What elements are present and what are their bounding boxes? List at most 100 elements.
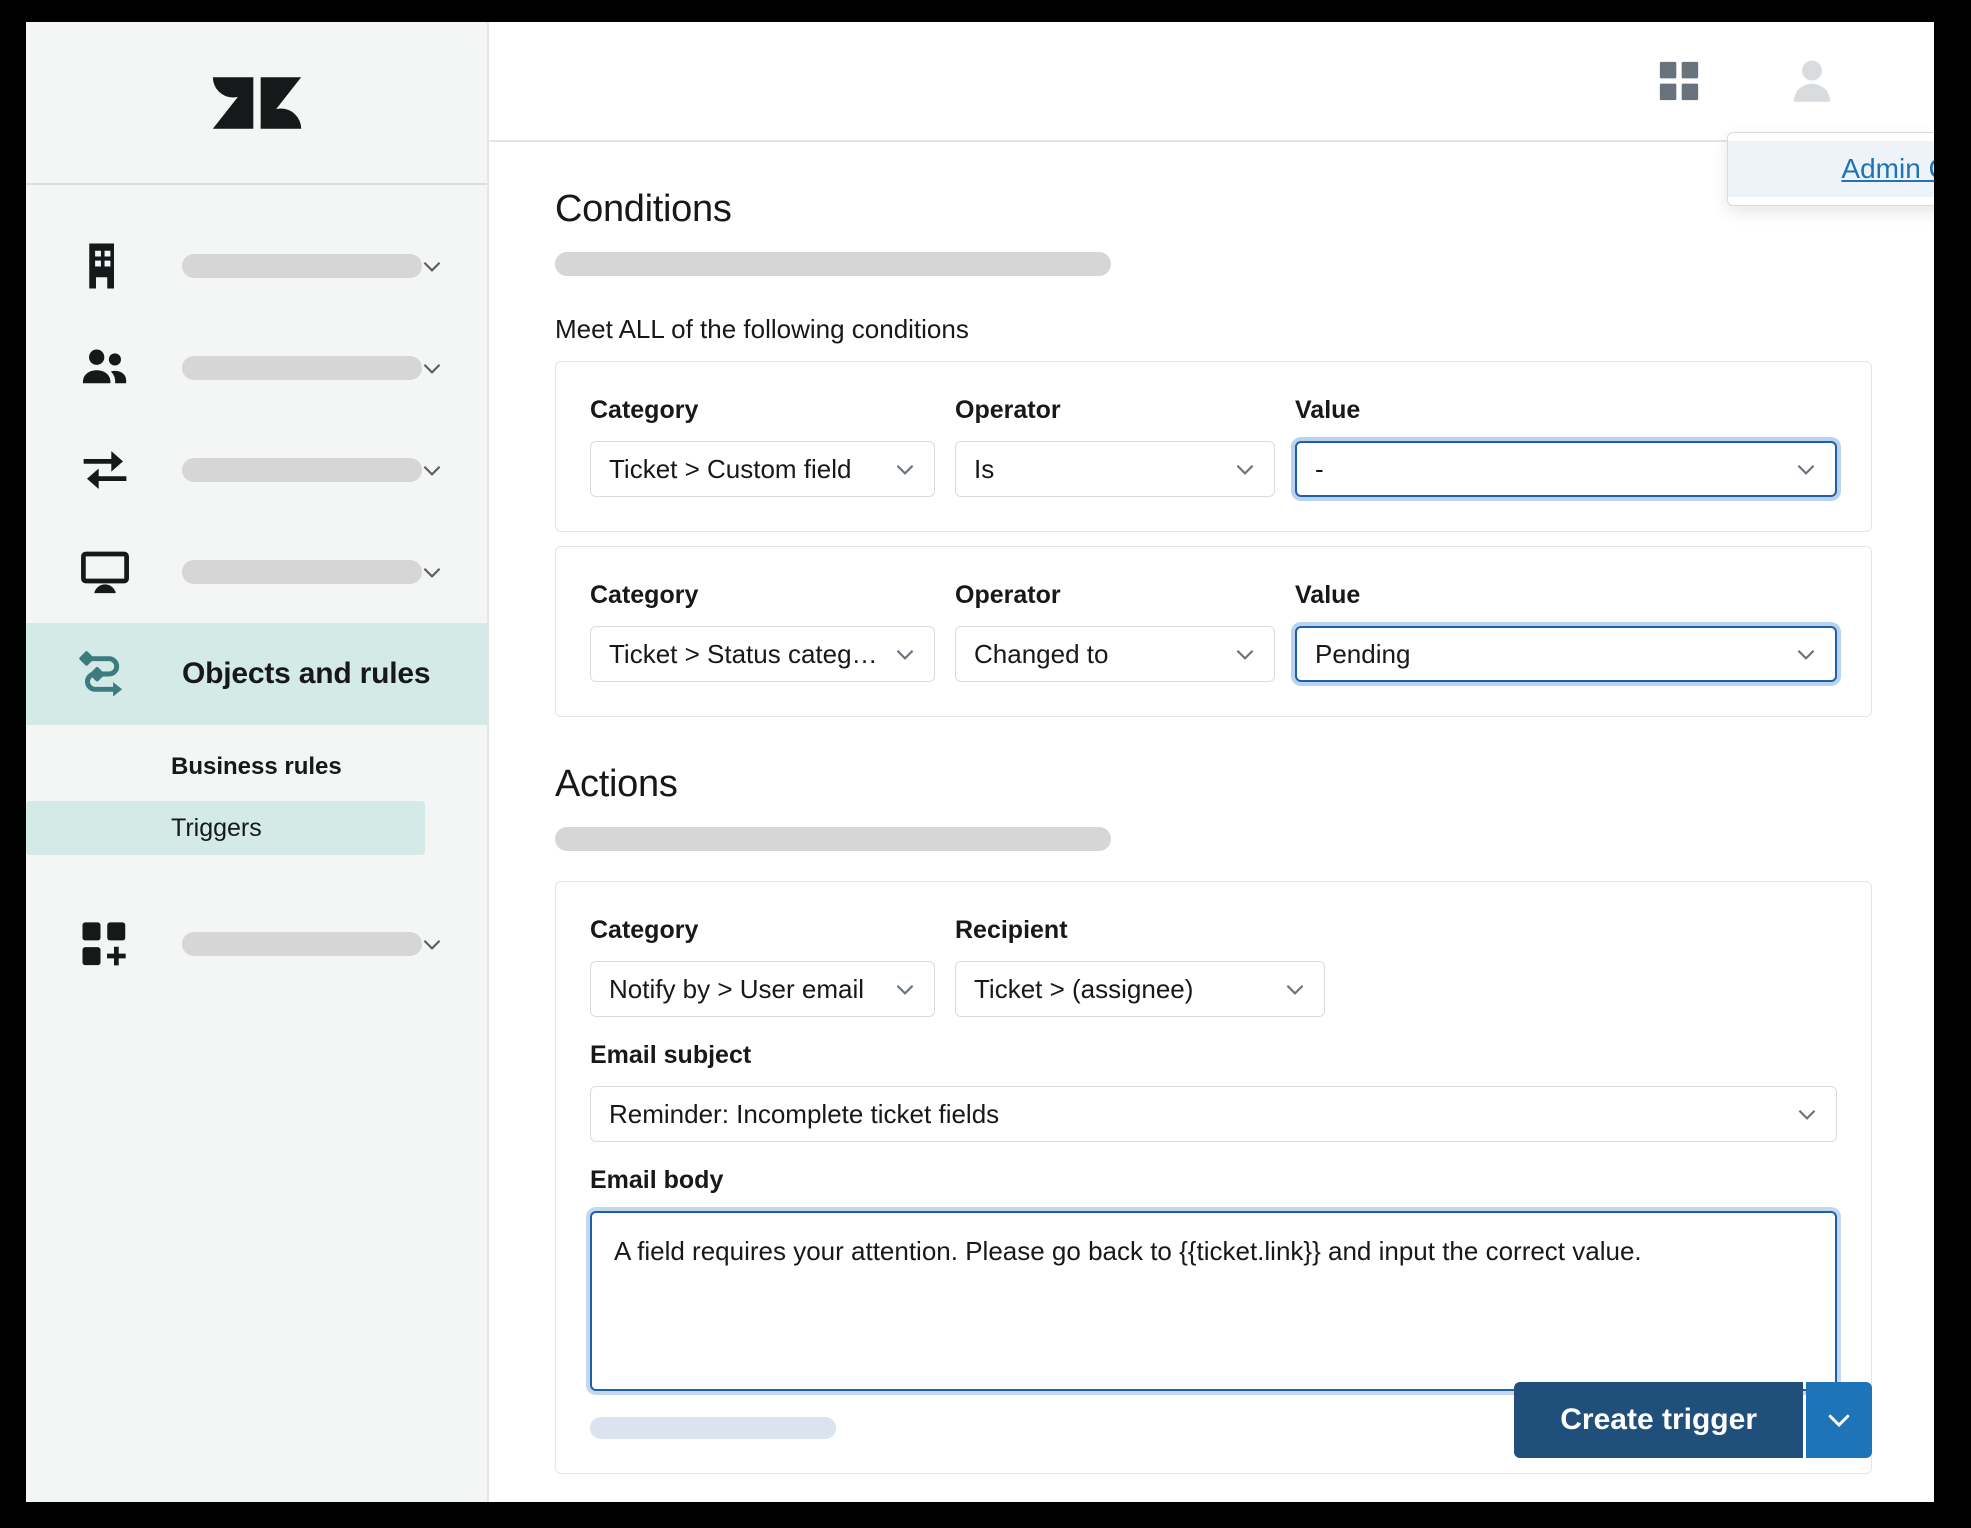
building-icon [76,237,134,295]
content-inner: Conditions Meet ALL of the following con… [489,188,1934,1474]
field-label-value: Value [1295,396,1361,424]
objects-rules-icon [76,645,134,703]
field-label-value: Value [1295,581,1361,609]
field-label-category: Category [590,581,699,609]
sidebar-item-placeholder [182,356,422,380]
sidebar-nav-list: Objects and rules Business rules Trigger… [26,185,487,995]
sidebar-item-label: Objects and rules [182,657,431,690]
condition-category-field: Category Ticket > Custom field [590,396,935,497]
chevron-down-icon [1793,456,1819,482]
content-pane: Conditions Meet ALL of the following con… [489,142,1934,1502]
create-trigger-button[interactable]: Create trigger [1514,1382,1803,1458]
condition-value-field: Value Pending [1295,581,1837,682]
action-category-select[interactable]: Notify by > User email [590,961,935,1017]
admin-center-popover: Admin Center [1727,132,1934,206]
condition-operator-value: Changed to [974,638,1109,669]
chevron-down-icon [892,456,918,482]
chevron-down-icon [892,976,918,1002]
sidebar-item-channels[interactable] [26,419,487,521]
condition-value-select[interactable]: Pending [1295,626,1837,682]
actions-subtitle-placeholder [555,827,1111,851]
condition-value-value: - [1315,453,1324,484]
admin-center-link[interactable]: Admin Center [1841,153,1934,185]
app-window: Objects and rules Business rules Trigger… [26,22,1934,1502]
action-recipient-value: Ticket > (assignee) [974,973,1194,1004]
monitor-icon [76,543,134,601]
conditions-meet-text: Meet ALL of the following conditions [555,314,969,344]
chevron-down-icon [1794,1101,1820,1127]
chevron-down-icon [1232,456,1258,482]
email-subject-field: Email subject Reminder: Incomplete ticke… [590,1041,1837,1142]
field-label-category: Category [590,396,699,424]
sidebar-subnav: Business rules Triggers [26,725,487,855]
chevron-down-icon[interactable] [419,253,445,279]
subnav-header-business-rules: Business rules [171,753,342,780]
field-label-email-subject: Email subject [590,1041,752,1069]
field-label-email-body: Email body [590,1166,724,1194]
condition-operator-field: Operator Changed to [955,581,1275,682]
menu-item-admin-center[interactable]: Admin Center [1728,141,1934,197]
sidebar-item-workspaces[interactable] [26,521,487,623]
condition-operator-select[interactable]: Is [955,441,1275,497]
sidebar-item-placeholder [182,458,422,482]
main-area: Admin Center Conditions Meet ALL of the … [489,22,1934,1502]
email-body-textarea[interactable]: A field requires your attention. Please … [590,1211,1837,1391]
condition-operator-select[interactable]: Changed to [955,626,1275,682]
condition-value-field: Value - [1295,396,1837,497]
sidebar-item-placeholder [182,254,422,278]
chevron-down-icon[interactable] [419,931,445,957]
grid-apps-icon[interactable] [1656,58,1702,104]
action-category-value: Notify by > User email [609,973,865,1004]
sidebar-nav-bottom [26,893,487,995]
chevron-down-icon [1232,641,1258,667]
field-label-recipient: Recipient [955,916,1068,944]
sidebar-item-account[interactable] [26,215,487,317]
condition-operator-value: Is [974,453,995,484]
user-avatar-icon[interactable] [1786,55,1838,107]
field-label-operator: Operator [955,581,1061,609]
chevron-down-icon [892,641,918,667]
condition-category-field: Category Ticket > Status category [590,581,935,682]
email-subject-input[interactable]: Reminder: Incomplete ticket fields [590,1086,1837,1142]
chevron-down-icon[interactable] [419,355,445,381]
sidebar-item-triggers[interactable]: Triggers [26,801,425,855]
sidebar-item-placeholder [182,932,422,956]
conditions-heading: Conditions [555,188,732,230]
create-trigger-dropdown-button[interactable] [1806,1382,1872,1458]
condition-field-row: Category Ticket > Custom field Operator [590,396,1837,497]
field-label-operator: Operator [955,396,1061,424]
chevron-down-icon [1793,641,1819,667]
action-field-row: Category Notify by > User email Recipien… [590,916,1837,1017]
conditions-subtitle-placeholder [555,252,1111,276]
chevron-down-icon[interactable] [419,457,445,483]
condition-category-value: Ticket > Custom field [609,453,852,484]
email-body-helper-placeholder [590,1417,836,1439]
chevron-down-icon [1824,1405,1854,1435]
sidebar-item-placeholder [182,560,422,584]
brand-logo-zone [26,22,487,185]
condition-value-select[interactable]: - [1295,441,1837,497]
zendesk-logo [210,57,304,149]
condition-category-select[interactable]: Ticket > Custom field [590,441,935,497]
actions-heading: Actions [555,763,678,805]
condition-value-value: Pending [1315,638,1411,669]
people-icon [76,339,134,397]
sidebar-item-objects-and-rules[interactable]: Objects and rules [26,623,487,725]
condition-operator-field: Operator Is [955,396,1275,497]
arrows-exchange-icon [76,441,134,499]
field-label-category: Category [590,916,699,944]
action-recipient-select[interactable]: Ticket > (assignee) [955,961,1325,1017]
condition-category-value: Ticket > Status category [609,638,882,669]
sidebar-item-apps[interactable] [26,893,487,995]
chevron-down-icon[interactable] [419,559,445,585]
condition-category-select[interactable]: Ticket > Status category [590,626,935,682]
action-recipient-field: Recipient Ticket > (assignee) [955,916,1325,1017]
sidebar-item-people[interactable] [26,317,487,419]
top-bar [489,22,1934,142]
footer-actions: Create trigger [1514,1382,1872,1458]
sidebar: Objects and rules Business rules Trigger… [26,22,489,1502]
window-frame: Objects and rules Business rules Trigger… [0,0,1971,1528]
action-category-field: Category Notify by > User email [590,916,935,1017]
